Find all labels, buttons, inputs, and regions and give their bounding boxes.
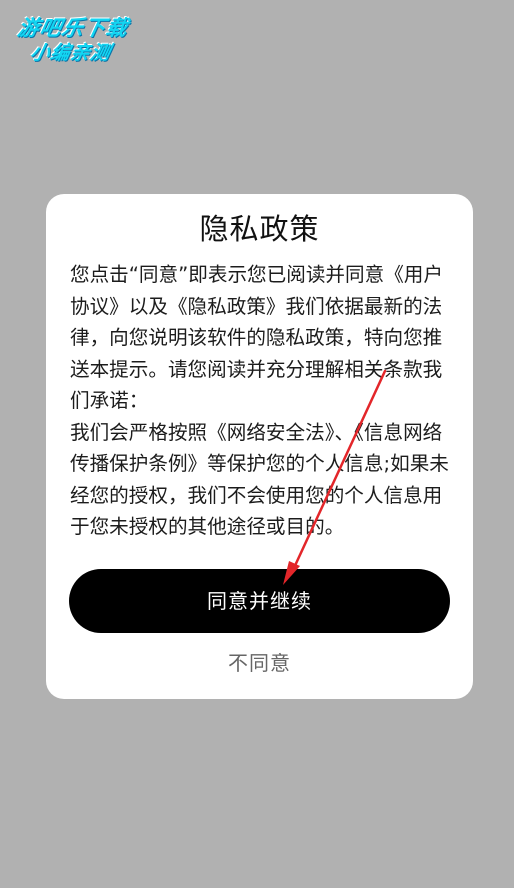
watermark-line-2: 小编亲测 [28, 42, 114, 64]
dialog-body: 您点击“同意”即表示您已阅读并同意《用户协议》以及《隐私政策》我们依据最新的法律… [70, 259, 452, 543]
policy-paragraph-2: 我们会严格按照《网络安全法》、《信息网络传播保护条例》等保护您的个人信息;如果未… [70, 420, 449, 539]
disagree-button[interactable]: 不同意 [46, 649, 473, 677]
policy-paragraph-1: 您点击“同意”即表示您已阅读并同意《用户协议》以及《隐私政策》我们依据最新的法律… [70, 263, 443, 412]
dialog-title: 隐私政策 [199, 212, 320, 246]
watermark-logo: 游吧乐下载 小编亲测 [8, 10, 150, 65]
agree-and-continue-button[interactable]: 同意并继续 [69, 569, 450, 633]
privacy-policy-dialog: 隐私政策 您点击“同意”即表示您已阅读并同意《用户协议》以及《隐私政策》我们依据… [46, 194, 473, 699]
